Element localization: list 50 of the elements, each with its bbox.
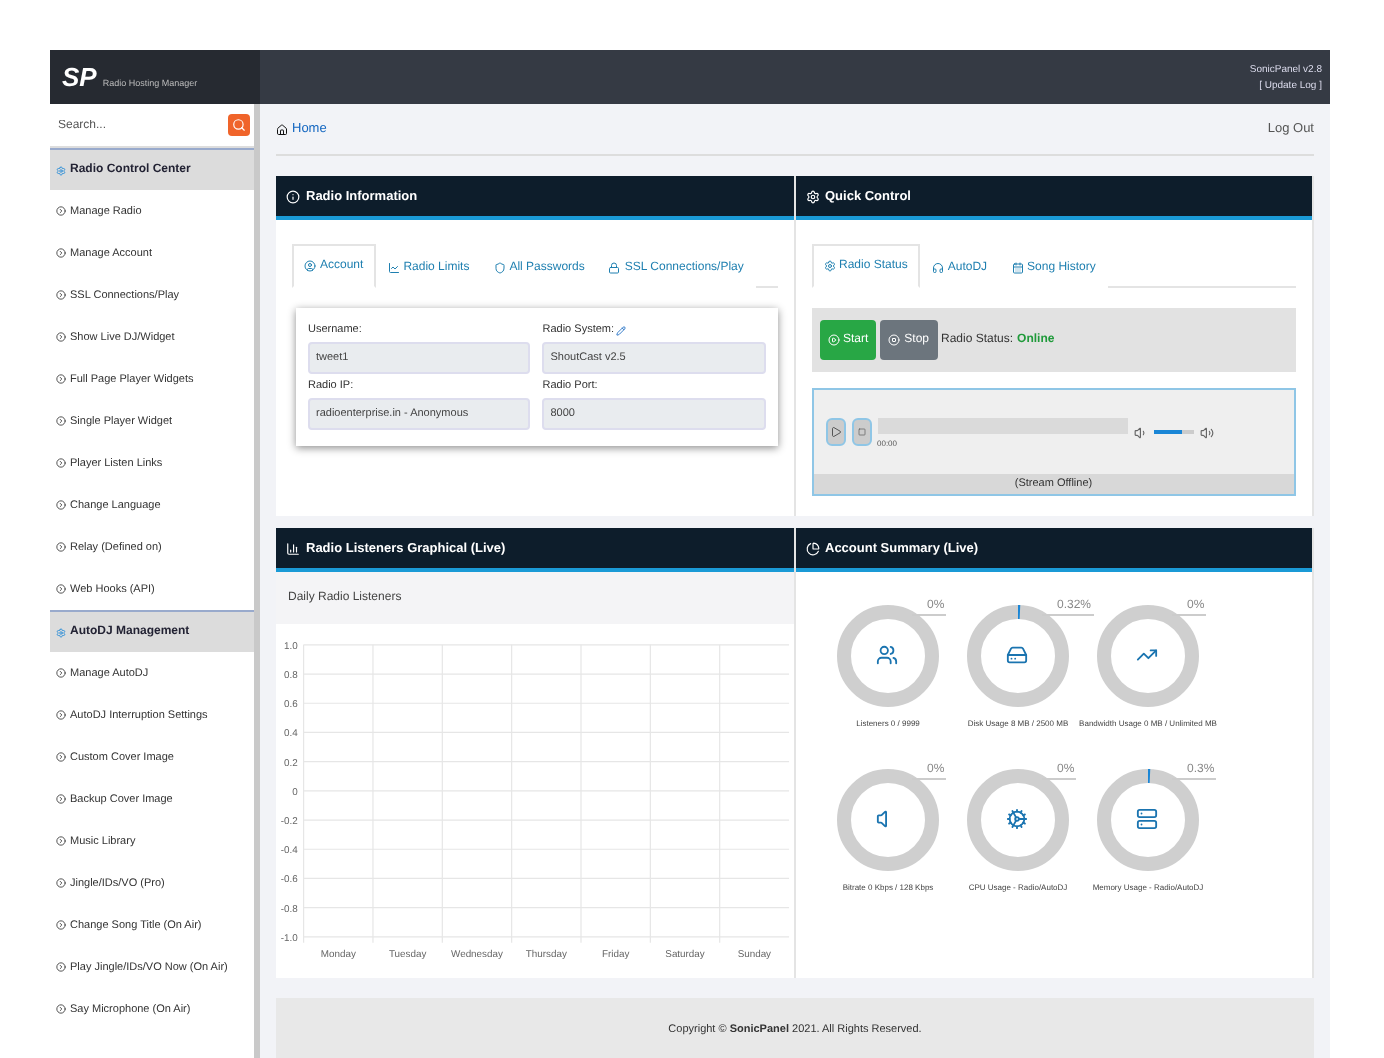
chevron-icon (56, 542, 66, 552)
tab-icon (608, 261, 621, 273)
chevron-icon (56, 836, 66, 846)
gauge-ring (832, 764, 944, 876)
gauge-ring (832, 600, 944, 712)
chevron-icon (56, 710, 66, 720)
search-button[interactable] (228, 114, 250, 136)
tab-icon (823, 260, 835, 272)
pencil-icon[interactable] (616, 325, 627, 335)
play-circle-icon (827, 334, 839, 346)
info-icon (286, 189, 300, 203)
chevron-icon (56, 668, 66, 678)
stop-button[interactable] (851, 418, 871, 446)
chevron-icon (56, 206, 66, 216)
chevron-icon (56, 332, 66, 342)
chevron-icon (56, 1004, 66, 1014)
tab-icon (931, 261, 944, 273)
pie-chart-icon (805, 541, 819, 555)
play-icon (829, 426, 841, 438)
gear-icon (56, 165, 66, 175)
chevron-icon (56, 962, 66, 972)
volume-high-icon[interactable] (1199, 425, 1213, 439)
tab-icon (304, 260, 316, 272)
chevron-icon (56, 458, 66, 468)
chevron-icon (56, 416, 66, 426)
chevron-icon (56, 500, 66, 510)
chevron-icon (56, 248, 66, 258)
memory-icon (1135, 808, 1157, 830)
logo: SP (62, 62, 97, 92)
chevron-icon (56, 290, 66, 300)
listeners-icon (875, 644, 897, 666)
chevron-icon (56, 878, 66, 888)
bar-chart-icon (286, 541, 300, 555)
gear-icon (56, 627, 66, 637)
stop-circle-icon (888, 334, 901, 346)
gauge-ring (1092, 600, 1204, 712)
chevron-icon (56, 584, 66, 594)
chevron-icon (56, 752, 66, 762)
volume-low-icon[interactable] (1133, 425, 1147, 439)
tab-icon (1011, 261, 1024, 273)
home-icon (276, 123, 288, 135)
tab-icon (387, 261, 400, 273)
play-button[interactable] (825, 418, 845, 446)
stop-icon (857, 428, 865, 436)
tab-icon (493, 261, 506, 273)
chevron-icon (56, 794, 66, 804)
gauge-ring (962, 764, 1074, 876)
gear-icon (805, 189, 819, 203)
chevron-icon (56, 374, 66, 384)
chevron-icon (56, 920, 66, 930)
